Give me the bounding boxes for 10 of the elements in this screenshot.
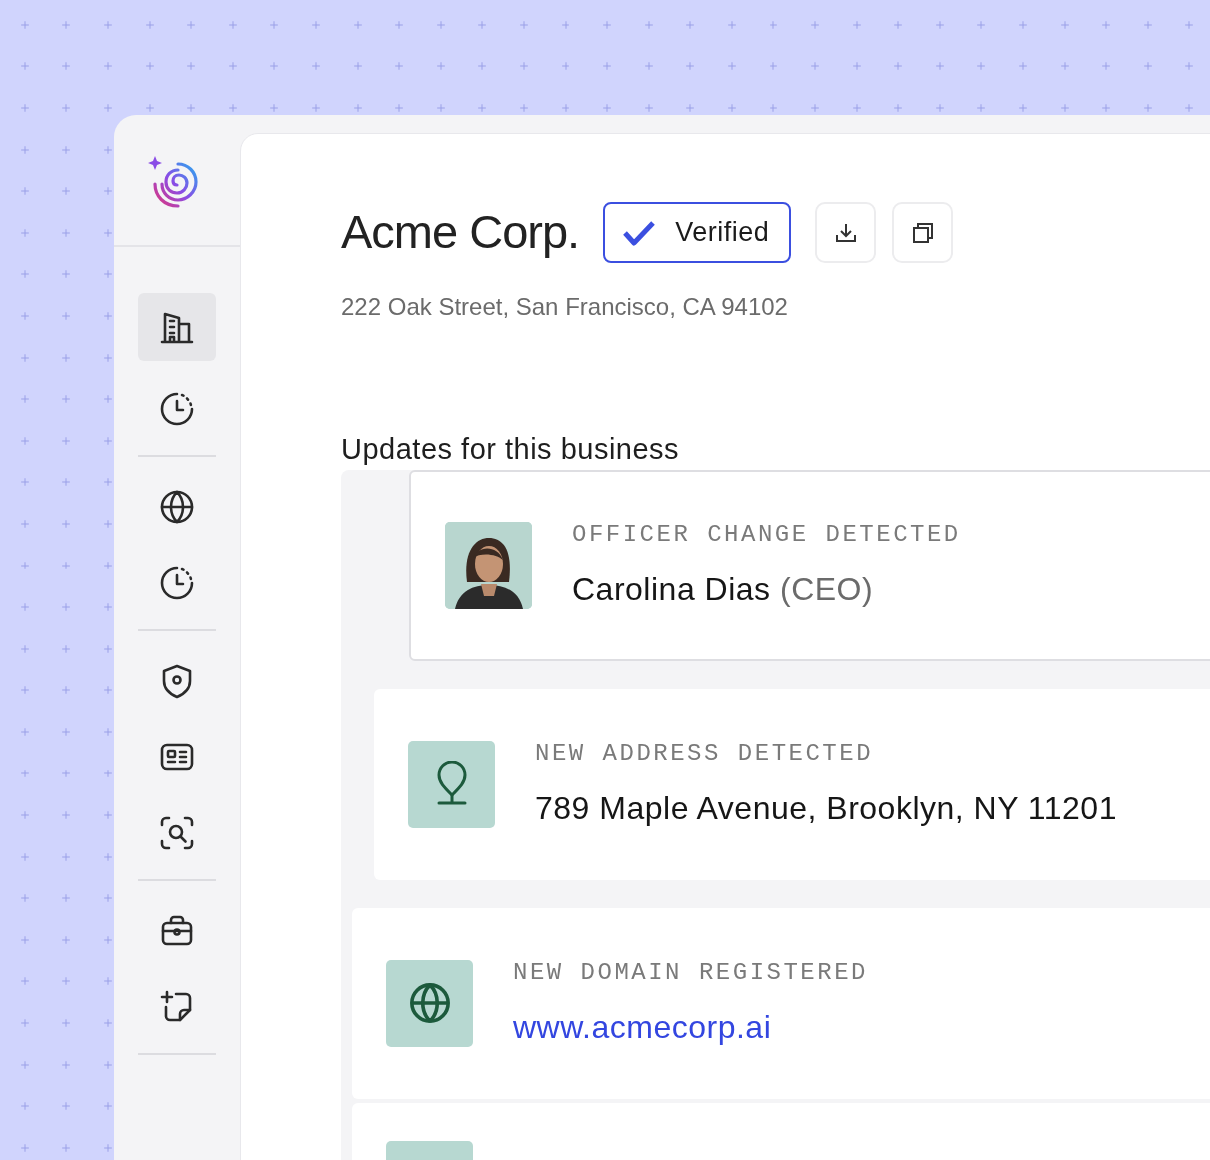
officer-name: Carolina Dias (CEO)	[572, 570, 875, 609]
new-address: 789 Maple Avenue, Brooklyn, NY 11201	[535, 789, 1117, 828]
verified-badge: Verified	[603, 202, 792, 263]
update-type: NEW DOMAIN REGISTERED	[513, 958, 868, 988]
domain-link[interactable]: www.acmecorp.ai	[513, 1009, 772, 1045]
section-heading: Updates for this business	[341, 432, 681, 467]
business-address: 222 Oak Street, San Francisco, CA 94102	[341, 292, 789, 322]
update-type: OFFICER CHANGE DETECTED	[572, 520, 961, 550]
update-type: NEW ADDRESS DETECTED	[535, 739, 875, 769]
business-name: Acme Corp.	[341, 204, 580, 261]
